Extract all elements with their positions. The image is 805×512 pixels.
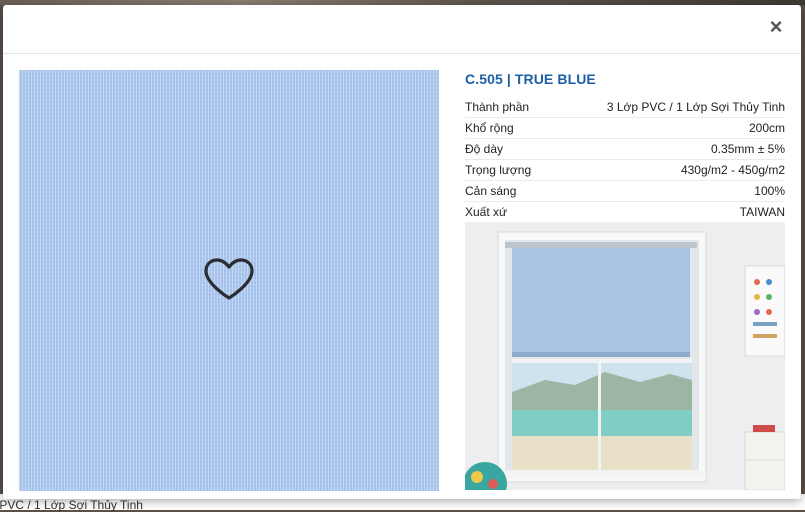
product-info: C.505 | TRUE BLUE Thành phần 3 Lớp PVC /… [465, 67, 785, 222]
modal-header: × [3, 5, 801, 54]
spec-row: Khổ rộng 200cm [465, 117, 785, 139]
heart-icon[interactable] [202, 256, 256, 304]
spec-label: Độ dày [465, 138, 552, 160]
product-title: C.505 | TRUE BLUE [465, 71, 596, 87]
spec-row: Trọng lượng 430g/m2 - 450g/m2 [465, 159, 785, 181]
spec-label: Thành phần [465, 97, 552, 118]
spec-label: Trọng lượng [465, 159, 552, 181]
spec-table: Thành phần 3 Lớp PVC / 1 Lớp Sợi Thủy Ti… [465, 97, 785, 222]
spec-row: Thành phần 3 Lớp PVC / 1 Lớp Sợi Thủy Ti… [465, 97, 785, 118]
product-modal: × C.505 | TRUE BLUE Thành phần 3 Lớp PVC… [3, 5, 801, 499]
spec-label: Cản sáng [465, 180, 552, 202]
spec-row: Cản sáng 100% [465, 180, 785, 202]
spec-row: Độ dày 0.35mm ± 5% [465, 138, 785, 160]
spec-value: 430g/m2 - 450g/m2 [551, 159, 785, 181]
spec-row: Xuất xứ TAIWAN [465, 202, 785, 223]
close-icon[interactable]: × [765, 16, 787, 38]
room-preview-image [465, 222, 785, 490]
fabric-swatch [19, 70, 439, 491]
spec-value: 200cm [551, 117, 785, 139]
spec-label: Khổ rộng [465, 117, 552, 139]
spec-value: 3 Lớp PVC / 1 Lớp Sợi Thủy Tinh [551, 97, 785, 118]
spec-value: TAIWAN [739, 205, 785, 219]
spec-label: Xuất xứ [465, 205, 508, 219]
spec-value: 100% [551, 180, 785, 202]
spec-value: 0.35mm ± 5% [551, 138, 785, 160]
